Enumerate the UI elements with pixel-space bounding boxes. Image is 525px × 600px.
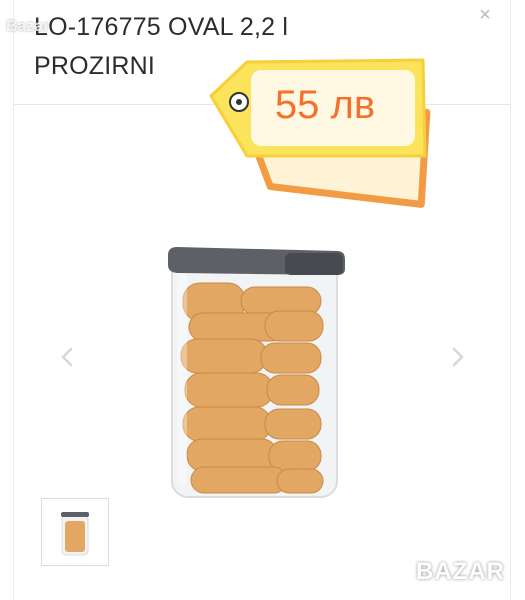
product-image	[168, 247, 345, 498]
previous-image-button[interactable]	[54, 343, 82, 371]
chevron-right-icon	[452, 347, 464, 367]
thumbnail-image	[61, 512, 89, 556]
thumbnail-item[interactable]	[41, 498, 109, 566]
watermark-top: Bazar	[6, 18, 50, 35]
next-image-button[interactable]	[443, 343, 471, 371]
chevron-left-icon	[61, 347, 73, 367]
price-label: 55 лв	[274, 83, 376, 127]
watermark-bottom: BAZAR	[416, 558, 505, 585]
close-icon[interactable]: ×	[472, 2, 498, 28]
